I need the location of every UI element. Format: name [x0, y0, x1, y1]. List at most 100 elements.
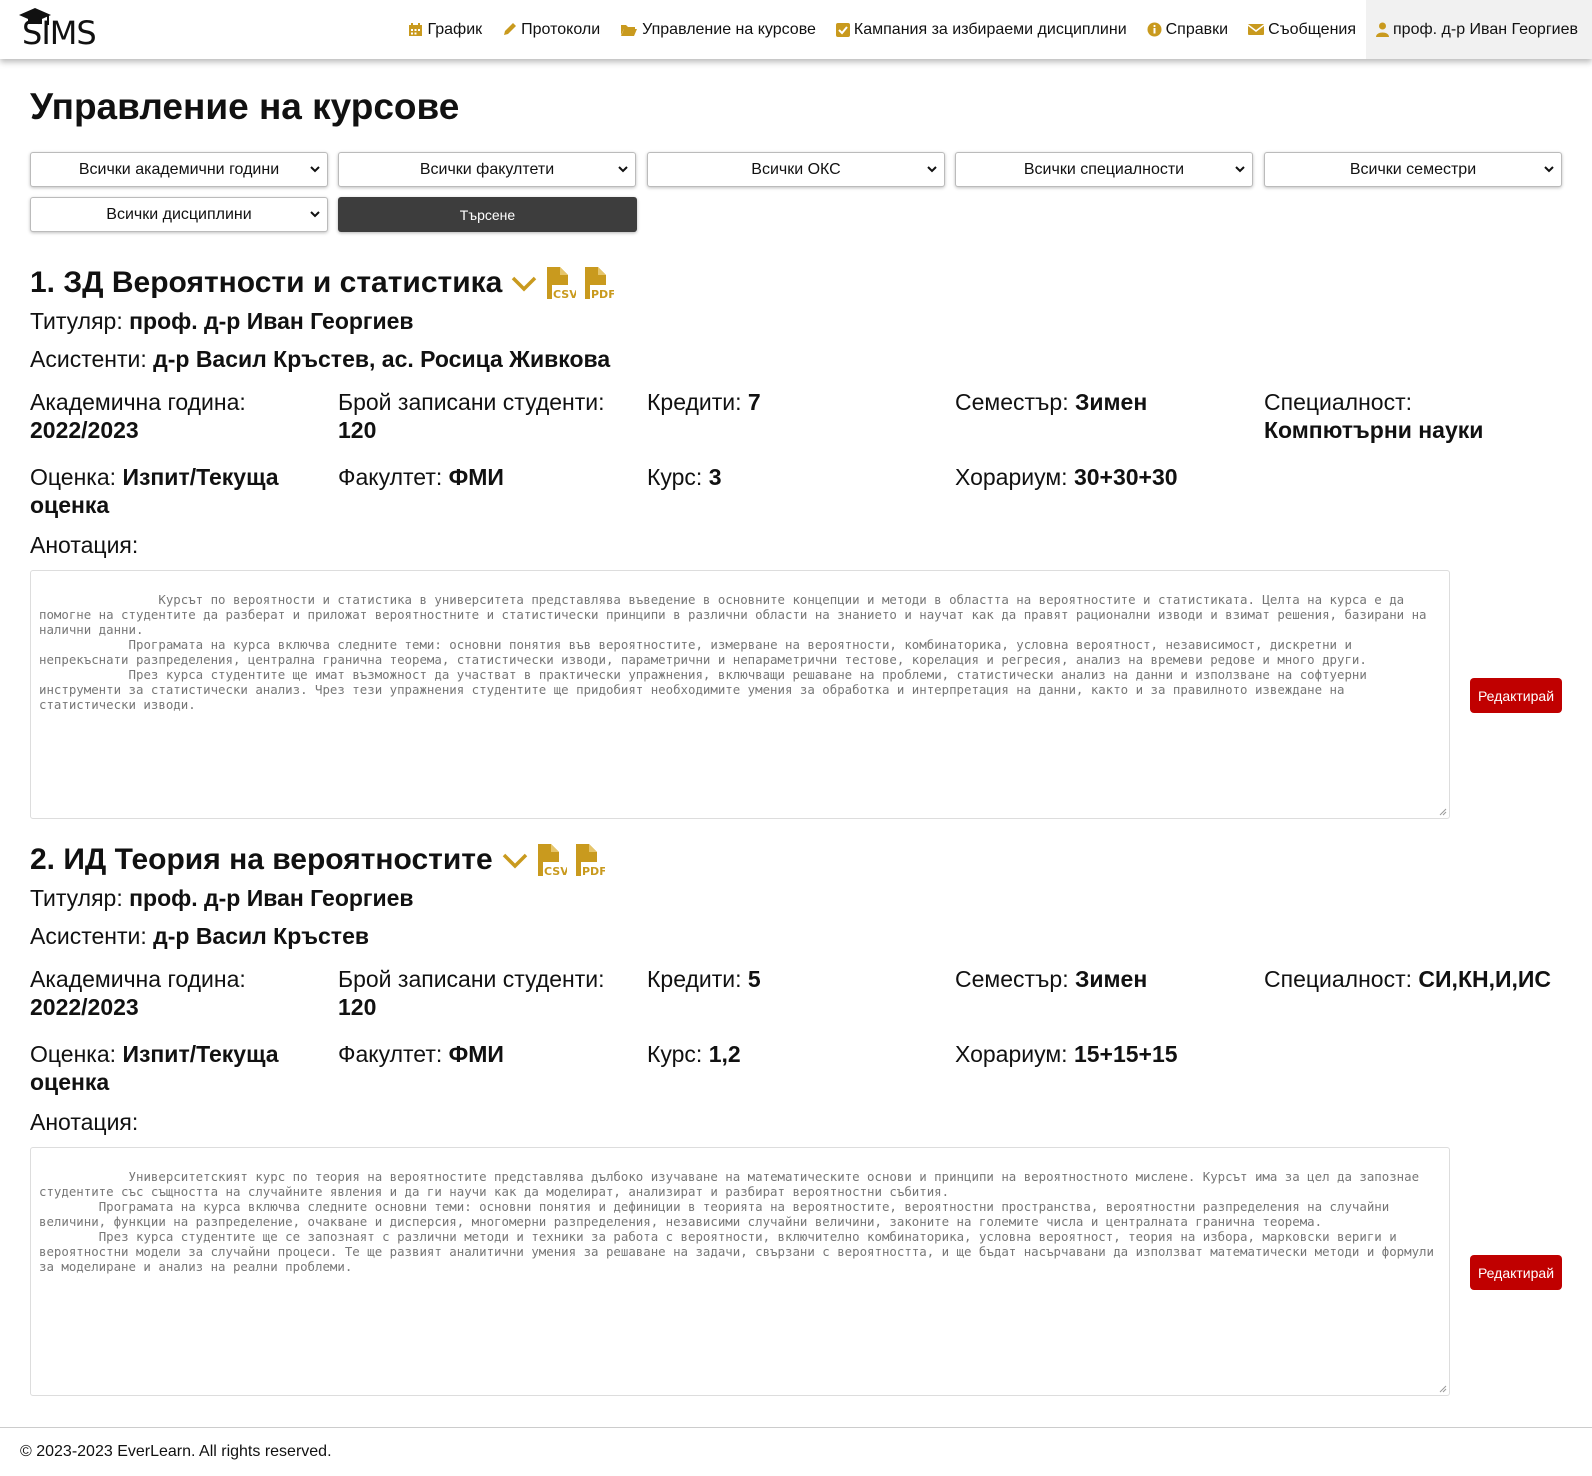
- nav-item-messages[interactable]: Съобщения: [1238, 0, 1366, 59]
- credits-value: 5: [747, 966, 761, 992]
- titular-row: Титуляр: проф. д-р Иван Георгиев: [30, 308, 414, 335]
- course-year-value: 3: [708, 464, 722, 490]
- edit-button[interactable]: Редактирай: [1470, 1255, 1562, 1290]
- nav-label: Протоколи: [521, 20, 601, 38]
- annotation-label: Анотация:: [30, 1109, 139, 1135]
- nav-item-schedule[interactable]: График: [398, 0, 492, 59]
- main-nav: График Протоколи Управление на курсове К…: [398, 0, 1592, 59]
- chevron-down-icon: [1544, 166, 1554, 173]
- grading-field: Оценка: Изпит/Текуща оценка: [30, 1040, 330, 1096]
- pencil-icon: [504, 23, 517, 35]
- hours-value: 15+15+15: [1073, 1041, 1178, 1067]
- top-navbar: SIMS График Протоколи Управление на курс…: [0, 0, 1592, 59]
- assistants-value: д-р Васил Кръстев: [153, 923, 369, 949]
- course-year-field: Курс: 3: [647, 463, 947, 491]
- semester-select[interactable]: Всички семестри: [1264, 152, 1562, 187]
- select-value: Всички ОКС: [751, 160, 841, 178]
- titular-label: Титуляр:: [30, 308, 123, 334]
- select-value: Всички дисциплини: [106, 205, 252, 223]
- user-icon: [1376, 22, 1390, 37]
- nav-item-reports[interactable]: Справки: [1137, 0, 1238, 59]
- credits-label: Кредити:: [647, 966, 742, 992]
- app-logo[interactable]: SIMS: [18, 6, 118, 52]
- specialty-value: СИ,КН,И,ИС: [1418, 966, 1552, 992]
- annotation-textarea[interactable]: Университетският курс по теория на вероя…: [30, 1147, 1450, 1396]
- chevron-down-icon: [1235, 166, 1245, 173]
- edit-button[interactable]: Редактирай: [1470, 678, 1562, 713]
- discipline-select[interactable]: Всички дисциплини: [30, 197, 328, 232]
- enrolled-label: Брой записани студенти:: [338, 389, 605, 415]
- specialty-select[interactable]: Всички специалности: [955, 152, 1253, 187]
- titular-value: проф. д-р Иван Георгиев: [129, 885, 414, 911]
- assistants-value: д-р Васил Кръстев, ас. Росица Живкова: [153, 346, 611, 372]
- nav-label: Управление на курсове: [642, 20, 816, 38]
- academic-year-select[interactable]: Всички академични години: [30, 152, 328, 187]
- svg-text:PDF: PDF: [591, 288, 614, 299]
- user-name: проф. д-р Иван Георгиев: [1393, 20, 1578, 38]
- logo-text: SIMS: [22, 14, 97, 52]
- semester-value: Зимен: [1075, 966, 1148, 992]
- faculty-value: ФМИ: [448, 1041, 504, 1067]
- enrolled-value: 120: [338, 417, 377, 443]
- enrolled-label: Брой записани студенти:: [338, 966, 605, 992]
- envelope-icon: [1248, 24, 1265, 35]
- course-title: 2. ИД Теория на вероятностите CSV PDF: [30, 843, 605, 877]
- select-value: Всички факултети: [419, 160, 555, 178]
- enrolled-field: Брой записани студенти: 120: [338, 388, 638, 444]
- chevron-down-icon: [310, 166, 320, 173]
- nav-label: График: [427, 20, 483, 38]
- hours-field: Хорариум: 30+30+30: [955, 463, 1255, 491]
- semester-field: Семестър: Зимен: [955, 388, 1255, 416]
- hours-value: 30+30+30: [1073, 464, 1178, 490]
- academic-year-field: Академична година: 2022/2023: [30, 965, 330, 1021]
- annotation-textarea[interactable]: Курсът по вероятности и статистика в уни…: [30, 570, 1450, 819]
- faculty-label: Факултет:: [338, 1041, 443, 1067]
- faculty-select[interactable]: Всички факултети: [338, 152, 636, 187]
- calendar-icon: [409, 23, 423, 36]
- degree-select[interactable]: Всички ОКС: [647, 152, 945, 187]
- nav-item-course-management[interactable]: Управление на курсове: [610, 0, 826, 59]
- course-year-value: 1,2: [708, 1041, 741, 1067]
- chevron-down-icon[interactable]: [510, 273, 538, 293]
- select-value: Всички академични години: [78, 160, 280, 178]
- assistants-row: Асистенти: д-р Васил Кръстев, ас. Росица…: [30, 346, 610, 373]
- academic-year-value: 2022/2023: [30, 994, 139, 1020]
- select-value: Всички семестри: [1349, 160, 1477, 178]
- nav-label: Кампания за избираеми дисциплини: [853, 20, 1127, 38]
- chevron-down-icon[interactable]: [501, 850, 529, 870]
- search-button[interactable]: Търсене: [338, 197, 637, 232]
- faculty-value: ФМИ: [448, 464, 504, 490]
- course-title: 1. ЗД Вероятности и статистика CSV PDF: [30, 266, 614, 300]
- enrolled-value: 120: [338, 994, 377, 1020]
- faculty-field: Факултет: ФМИ: [338, 1040, 638, 1068]
- folder-open-icon: [621, 24, 638, 36]
- nav-item-elective-campaign[interactable]: Кампания за избираеми дисциплини: [826, 0, 1137, 59]
- csv-file-icon[interactable]: CSV: [535, 844, 567, 876]
- svg-text:PDF: PDF: [582, 865, 605, 876]
- specialty-field: Специалност: СИ,КН,И,ИС: [1264, 965, 1564, 993]
- specialty-label: Специалност:: [1264, 966, 1413, 992]
- nav-item-protocols[interactable]: Протоколи: [492, 0, 610, 59]
- semester-value: Зимен: [1075, 389, 1148, 415]
- hours-label: Хорариум:: [955, 464, 1068, 490]
- assistants-label: Асистенти:: [30, 923, 147, 949]
- page-title: Управление на курсове: [30, 86, 460, 127]
- specialty-label: Специалност:: [1264, 389, 1413, 415]
- hours-label: Хорариум:: [955, 1041, 1068, 1067]
- annotation-label: Анотация:: [30, 532, 139, 558]
- course-year-label: Курс:: [647, 1041, 703, 1067]
- chevron-down-icon: [618, 166, 628, 173]
- course-title-text: 1. ЗД Вероятности и статистика: [30, 266, 503, 299]
- resize-grip-icon[interactable]: [1439, 808, 1447, 816]
- credits-field: Кредити: 7: [647, 388, 947, 416]
- titular-label: Титуляр:: [30, 885, 123, 911]
- nav-item-user-profile[interactable]: проф. д-р Иван Георгиев: [1366, 0, 1592, 59]
- pdf-file-icon[interactable]: PDF: [582, 267, 614, 299]
- nav-label: Съобщения: [1268, 20, 1357, 38]
- csv-file-icon[interactable]: CSV: [544, 267, 576, 299]
- hours-field: Хорариум: 15+15+15: [955, 1040, 1255, 1068]
- resize-grip-icon[interactable]: [1439, 1385, 1447, 1393]
- select-value: Всички специалности: [1023, 160, 1185, 178]
- pdf-file-icon[interactable]: PDF: [573, 844, 605, 876]
- course-title-text: 2. ИД Теория на вероятностите: [30, 843, 493, 876]
